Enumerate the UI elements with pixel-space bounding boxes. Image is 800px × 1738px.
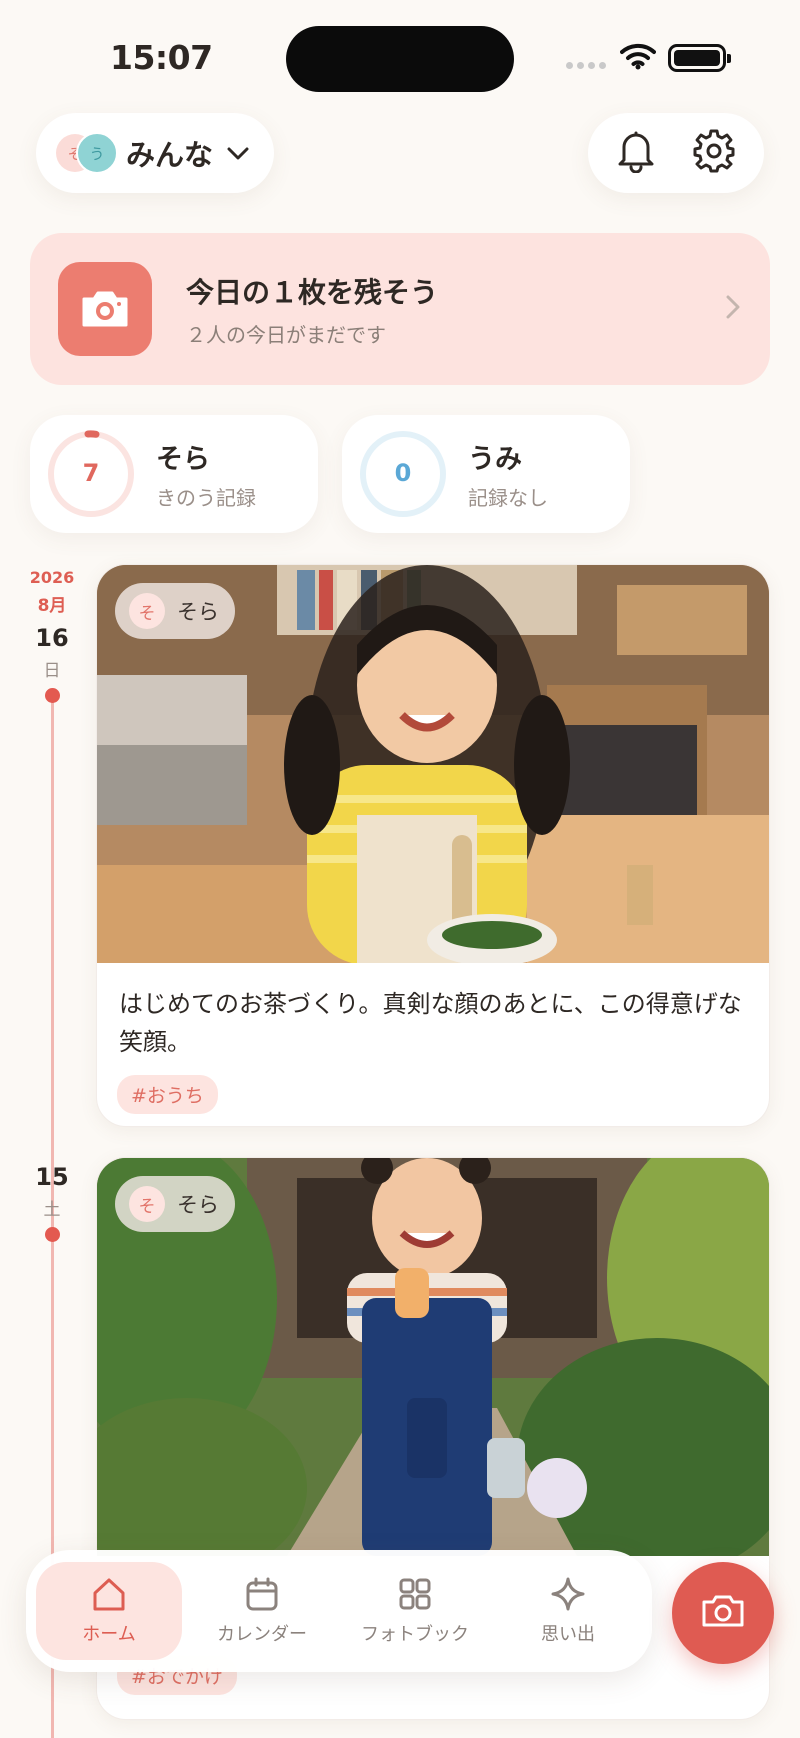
chevron-down-icon bbox=[227, 146, 249, 165]
date-year: 2026 bbox=[29, 568, 75, 587]
date-day: 16 bbox=[35, 624, 69, 652]
nav-photobook[interactable]: フォトブック bbox=[342, 1562, 488, 1660]
date-weekday: 土 bbox=[43, 1200, 61, 1220]
progress-ring: 7 bbox=[46, 429, 136, 519]
bottom-nav: ホーム カレンダー フォトブック 思い出 bbox=[26, 1550, 652, 1672]
progress-ring: 0 bbox=[358, 429, 448, 519]
date-weekday: 日 bbox=[43, 661, 61, 681]
nav-label: ホーム bbox=[82, 1624, 136, 1645]
record-count: 7 bbox=[82, 459, 100, 487]
home-icon bbox=[91, 1578, 127, 1616]
grid-icon bbox=[397, 1578, 433, 1616]
nav-label: カレンダー bbox=[217, 1624, 307, 1645]
nav-calendar[interactable]: カレンダー bbox=[189, 1562, 335, 1660]
memory-caption: はじめてのお茶づくり。真剣な顔のあとに、この得意げな笑顔。 bbox=[119, 990, 742, 1056]
chevron-right-icon bbox=[726, 295, 740, 323]
banner-title: 今日の１枚を残そう bbox=[186, 275, 439, 309]
camera-icon bbox=[701, 1593, 745, 1633]
header-actions bbox=[588, 113, 764, 193]
sparkle-icon bbox=[550, 1577, 586, 1616]
record-count: 0 bbox=[394, 459, 412, 487]
child-card-umi[interactable]: 0 うみ 記録なし bbox=[342, 415, 630, 533]
child-record-note: きのう記録 bbox=[156, 486, 256, 510]
avatar-stack: そ う bbox=[56, 132, 126, 174]
calendar-icon bbox=[244, 1577, 280, 1616]
child-initial: そ bbox=[129, 593, 165, 629]
avatar: う bbox=[76, 132, 118, 174]
child-card-sora[interactable]: 7 そら きのう記録 bbox=[30, 415, 318, 533]
child-tag: そ そら bbox=[115, 583, 235, 639]
status-time: 15:07 bbox=[110, 38, 213, 77]
child-tag: そ そら bbox=[115, 1176, 235, 1232]
dynamic-island bbox=[286, 26, 514, 92]
daily-photo-banner[interactable]: 今日の１枚を残そう ２人の今日がまだです bbox=[30, 233, 770, 385]
nav-home[interactable]: ホーム bbox=[36, 1562, 182, 1660]
date-marker: 15 土 bbox=[22, 1163, 82, 1220]
nav-label: 思い出 bbox=[541, 1624, 595, 1645]
child-tag-name: そら bbox=[177, 600, 219, 624]
child-initial: そ bbox=[129, 1186, 165, 1222]
gear-icon[interactable] bbox=[692, 129, 736, 177]
timeline-dot bbox=[45, 688, 60, 703]
child-record-note: 記録なし bbox=[468, 486, 548, 510]
banner-subtitle: ２人の今日がまだです bbox=[186, 322, 386, 347]
memory-card[interactable]: そ そら はじめてのお茶づくり。真剣な顔のあとに、この得意げな笑顔。 #おうち bbox=[96, 564, 770, 1127]
hashtag-chip[interactable]: #おうち bbox=[117, 1075, 218, 1114]
child-tag-name: そら bbox=[177, 1193, 219, 1217]
nav-label: フォトブック bbox=[361, 1624, 469, 1645]
wifi-icon bbox=[620, 42, 656, 74]
child-name: そら bbox=[156, 444, 210, 475]
memory-photo[interactable]: そ そら bbox=[97, 1158, 769, 1556]
cellular-signal-icon bbox=[566, 62, 606, 69]
selector-label: みんな bbox=[126, 138, 214, 172]
memory-photo[interactable]: そ そら bbox=[97, 565, 769, 963]
date-marker: 2026 8月 16 日 bbox=[22, 568, 82, 681]
nav-memories[interactable]: 思い出 bbox=[495, 1562, 641, 1660]
timeline-dot bbox=[45, 1227, 60, 1242]
battery-icon bbox=[668, 44, 731, 72]
camera-button[interactable] bbox=[672, 1562, 774, 1664]
family-selector[interactable]: そ う みんな bbox=[36, 113, 274, 193]
camera-icon bbox=[58, 262, 152, 356]
date-month: 8月 bbox=[37, 596, 67, 616]
child-name: うみ bbox=[468, 444, 522, 475]
bell-icon[interactable] bbox=[616, 129, 656, 177]
date-day: 15 bbox=[35, 1163, 69, 1191]
